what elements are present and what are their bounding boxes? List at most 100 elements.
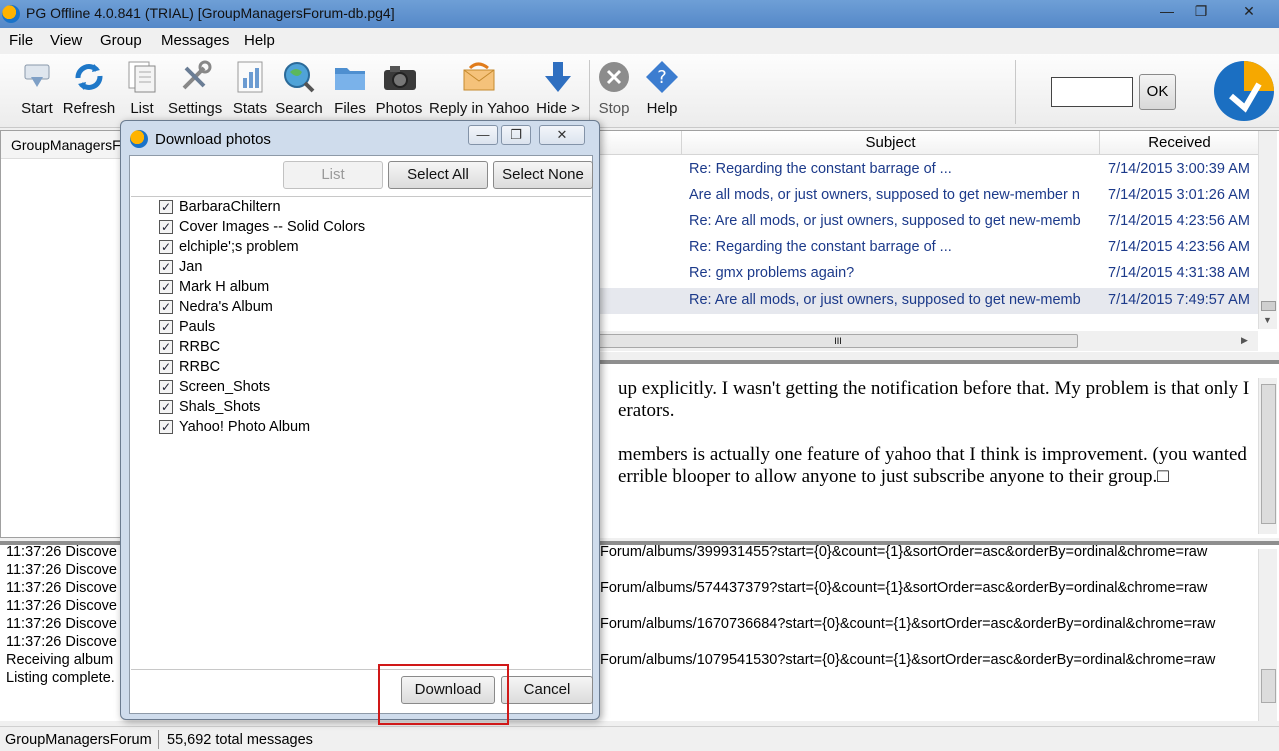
start-icon — [20, 60, 54, 94]
album-checkbox[interactable]: ✓ — [159, 280, 173, 294]
scroll-thumb[interactable] — [1261, 301, 1276, 311]
message-received: 7/14/2015 4:31:38 AM — [1108, 265, 1250, 281]
help-button[interactable]: ? Help — [642, 60, 682, 117]
preview-scroll-thumb[interactable] — [1261, 384, 1276, 524]
album-name: Shals_Shots — [179, 399, 261, 415]
scroll-down-arrow-icon[interactable]: ▼ — [1263, 315, 1272, 325]
preview-line: erators. — [618, 400, 675, 421]
hide-button[interactable]: Hide > — [535, 60, 581, 117]
column-header-received[interactable]: Received — [1100, 131, 1260, 155]
folder-icon — [333, 60, 367, 94]
minimize-button[interactable]: — — [1152, 0, 1182, 22]
refresh-button[interactable]: Refresh — [62, 60, 116, 117]
message-row[interactable]: Re: Regarding the constant barrage of ..… — [598, 157, 1258, 183]
toolbar: Start Refresh List Settings Stats Search — [0, 54, 1279, 128]
log-scrollbar[interactable] — [1258, 549, 1277, 721]
album-checkbox[interactable]: ✓ — [159, 420, 173, 434]
album-checkbox[interactable]: ✓ — [159, 380, 173, 394]
message-row-selected[interactable]: Re: Are all mods, or just owners, suppos… — [598, 288, 1258, 314]
settings-button[interactable]: Settings — [168, 60, 222, 117]
album-checkbox[interactable]: ✓ — [159, 260, 173, 274]
column-header-subject[interactable]: Subject — [682, 131, 1100, 155]
album-name: Jan — [179, 259, 203, 275]
message-row[interactable]: Re: gmx problems again? 7/14/2015 4:31:3… — [598, 261, 1258, 287]
svg-text:?: ? — [657, 67, 667, 88]
album-name: Nedra's Album — [179, 299, 273, 315]
stop-button[interactable]: Stop — [595, 60, 633, 117]
list-icon — [125, 60, 159, 94]
close-button[interactable]: ✕ — [1234, 0, 1264, 22]
message-row[interactable]: Re: Are all mods, or just owners, suppos… — [598, 209, 1258, 235]
message-received: 7/14/2015 7:49:57 AM — [1108, 292, 1250, 308]
photos-button[interactable]: Photos — [375, 60, 423, 117]
scroll-right-arrow-icon[interactable]: ▶ — [1241, 335, 1248, 346]
start-button[interactable]: Start — [18, 60, 56, 117]
menu-help[interactable]: Help — [244, 32, 275, 49]
message-list-horizontal-scrollbar[interactable]: III ▶ — [598, 331, 1258, 351]
ok-button[interactable]: OK — [1139, 74, 1176, 110]
message-received: 7/14/2015 4:23:56 AM — [1108, 239, 1250, 255]
menu-view[interactable]: View — [50, 32, 82, 49]
message-received: 7/14/2015 3:01:26 AM — [1108, 187, 1250, 203]
select-all-button[interactable]: Select All — [388, 161, 488, 189]
help-icon: ? — [645, 60, 679, 94]
log-scroll-thumb[interactable] — [1261, 669, 1276, 703]
album-name: RRBC — [179, 339, 221, 355]
maximize-button[interactable]: ❐ — [1186, 0, 1216, 22]
message-received: 7/14/2015 3:00:39 AM — [1108, 161, 1250, 177]
preview-scrollbar[interactable] — [1258, 378, 1277, 534]
album-checkbox[interactable]: ✓ — [159, 200, 173, 214]
message-row[interactable]: Re: Regarding the constant barrage of ..… — [598, 235, 1258, 261]
album-checkbox[interactable]: ✓ — [159, 400, 173, 414]
group-tab[interactable]: GroupManagersForum — [1, 131, 126, 159]
dialog-close-button[interactable]: ✕ — [539, 125, 585, 145]
hscroll-thumb[interactable]: III — [598, 334, 1078, 348]
envelope-reply-icon — [462, 60, 496, 94]
album-checkbox[interactable]: ✓ — [159, 220, 173, 234]
log-line: 11:37:26 Discove — [6, 634, 117, 650]
search-globe-icon — [282, 60, 316, 94]
window-title: PG Offline 4.0.841 (TRIAL) [GroupManager… — [26, 5, 395, 21]
reply-in-yahoo-button[interactable]: Reply in Yahoo — [429, 60, 529, 117]
camera-icon — [382, 60, 416, 94]
status-total-messages: 55,692 total messages — [167, 732, 313, 748]
album-name: Pauls — [179, 319, 216, 335]
status-group: GroupManagersForum — [5, 732, 152, 748]
log-line: 11:37:26 Discove — [6, 562, 117, 578]
menu-group[interactable]: Group — [100, 32, 142, 49]
dialog-footer: Download Cancel — [131, 669, 593, 713]
menu-file[interactable]: File — [9, 32, 33, 49]
stats-button[interactable]: Stats — [231, 60, 269, 117]
dialog-content: List Select All Select None ✓ BarbaraChil… — [129, 155, 593, 714]
album-checkbox[interactable]: ✓ — [159, 240, 173, 254]
log-url: Forum/albums/1079541530?start={0}&count=… — [600, 652, 1216, 668]
album-checkbox[interactable]: ✓ — [159, 360, 173, 374]
select-none-button[interactable]: Select None — [493, 161, 593, 189]
album-checkbox[interactable]: ✓ — [159, 320, 173, 334]
message-subject: Re: Are all mods, or just owners, suppos… — [689, 213, 1081, 229]
album-name: Screen_Shots — [179, 379, 271, 395]
status-bar: GroupManagersForum 55,692 total messages — [0, 726, 1279, 751]
album-name: Cover Images -- Solid Colors — [179, 219, 366, 235]
toolbar-input[interactable] — [1051, 77, 1133, 107]
column-header-blank[interactable] — [598, 131, 682, 155]
album-checkbox[interactable]: ✓ — [159, 340, 173, 354]
search-button[interactable]: Search — [275, 60, 323, 117]
files-button[interactable]: Files — [331, 60, 369, 117]
menu-messages[interactable]: Messages — [161, 32, 229, 49]
list-button[interactable]: List — [124, 60, 160, 117]
status-divider — [158, 730, 159, 749]
list-albums-button[interactable]: List — [283, 161, 383, 189]
pg-offline-logo-icon — [1213, 60, 1275, 122]
message-row[interactable]: Are all mods, or just owners, supposed t… — [598, 183, 1258, 209]
message-subject: Re: Regarding the constant barrage of ..… — [689, 161, 952, 177]
window-title-bar: PG Offline 4.0.841 (TRIAL) [GroupManager… — [0, 0, 1279, 28]
message-preview: up explicitly. I wasn't getting the noti… — [598, 360, 1279, 538]
download-button[interactable]: Download — [401, 676, 495, 704]
message-list-vertical-scrollbar[interactable]: ▼ — [1258, 131, 1277, 329]
preview-line: members is actually one feature of yahoo… — [618, 444, 1247, 465]
album-checkbox[interactable]: ✓ — [159, 300, 173, 314]
dialog-maximize-button[interactable]: ❐ — [501, 125, 531, 145]
dialog-minimize-button[interactable]: — — [468, 125, 498, 145]
cancel-button[interactable]: Cancel — [501, 676, 593, 704]
